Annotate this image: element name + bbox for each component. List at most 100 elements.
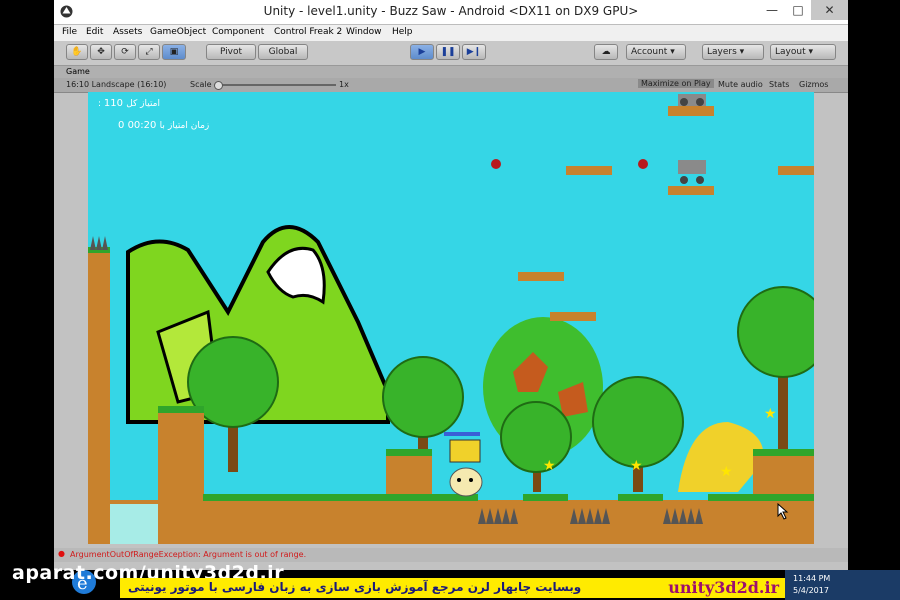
system-tray: 11:44 PM 5/4/2017: [785, 570, 900, 600]
cannonball: [638, 159, 648, 169]
platform: [566, 166, 612, 175]
global-label: Global: [268, 47, 298, 57]
ground-grass: [753, 449, 814, 456]
pivot-button[interactable]: Pivot: [206, 44, 256, 60]
platform: [550, 312, 596, 321]
scale-label: Scale: [190, 80, 212, 89]
platform: [668, 186, 714, 195]
game-view-controls: 16:10 Landscape (16:10) Scale 1x Maximiz…: [54, 78, 848, 93]
rect-icon: ▣: [169, 47, 179, 57]
time-label: زمان امتیاز: [168, 121, 210, 131]
layers-dropdown[interactable]: Layers ▾: [702, 44, 764, 60]
error-icon: ●: [58, 549, 65, 558]
toolbar: ✋ ✥ ⟳ ⤢ ▣ Pivot Global ▶ ❚❚ ▶❙ ☁ Account…: [54, 41, 848, 66]
account-dropdown[interactable]: Account ▾: [626, 44, 686, 60]
water: [110, 504, 158, 544]
move-icon: ✥: [97, 47, 105, 57]
rotate-icon: ⟳: [121, 47, 129, 57]
mute-audio-toggle[interactable]: Mute audio: [718, 80, 763, 89]
pause-button[interactable]: ❚❚: [436, 44, 460, 60]
cannonball: [491, 159, 501, 169]
time-row: زمان امتیاز با 00:20 0: [98, 120, 209, 131]
scale-slider[interactable]: [216, 84, 336, 86]
floor-grass: [618, 494, 663, 501]
hand-tool-button[interactable]: ✋: [66, 44, 88, 60]
scale-value: 1x: [339, 80, 349, 89]
menu-help[interactable]: Help: [392, 27, 413, 37]
time-value: 00:20: [127, 120, 157, 131]
yellow-bush: [678, 422, 764, 492]
account-label: Account: [631, 47, 668, 57]
rect-tool-button[interactable]: ▣: [162, 44, 186, 60]
scale-icon: ⤢: [145, 47, 153, 57]
star: ★: [543, 458, 556, 474]
gizmos-dropdown[interactable]: Gizmos: [799, 80, 828, 89]
time-prefix: با: [159, 121, 165, 131]
menu-control-freak-2[interactable]: Control Freak 2: [274, 27, 342, 37]
ground-grass: [158, 406, 204, 413]
tree: [592, 376, 684, 492]
rotate-tool-button[interactable]: ⟳: [114, 44, 136, 60]
layout-dropdown[interactable]: Layout ▾: [770, 44, 836, 60]
stats-toggle[interactable]: Stats: [769, 80, 789, 89]
unity-editor-window: Unity - level1.unity - Buzz Saw - Androi…: [54, 0, 848, 570]
scale-slider-handle[interactable]: [214, 81, 223, 90]
menu-assets[interactable]: Assets: [113, 27, 142, 37]
star: ★: [720, 464, 733, 480]
menu-bar: File Edit Assets GameObject Component Co…: [54, 25, 848, 41]
star: ★: [764, 406, 777, 422]
play-button[interactable]: ▶: [410, 44, 434, 60]
menu-edit[interactable]: Edit: [86, 27, 103, 37]
score-row: : امتیاز کل 110: [98, 98, 160, 109]
console-status-bar[interactable]: ● ArgumentOutOfRangeException: Argument …: [54, 548, 848, 562]
window-title: Unity - level1.unity - Buzz Saw - Androi…: [263, 4, 639, 18]
pause-icon: ❚❚: [440, 47, 456, 57]
pivot-label: Pivot: [219, 47, 243, 57]
tree: [500, 401, 572, 492]
step-button[interactable]: ▶❙: [462, 44, 486, 60]
maximize-on-play-toggle[interactable]: Maximize on Play: [638, 79, 714, 88]
layers-label: Layers: [707, 47, 737, 57]
floor-grass: [203, 494, 478, 501]
menu-window[interactable]: Window: [346, 27, 382, 37]
close-button[interactable]: ✕: [811, 0, 848, 20]
ground-grass: [386, 449, 432, 456]
tray-time: 11:44 PM: [793, 574, 831, 583]
cloud-button[interactable]: ☁: [594, 44, 618, 60]
time-score: 0: [118, 120, 125, 131]
game-view[interactable]: ★ ★ ★ ★ : امتیاز کل 110 زمان امتیاز با 0…: [88, 92, 814, 544]
title-bar: Unity - level1.unity - Buzz Saw - Androi…: [54, 0, 848, 25]
banner-persian-text: وبسایت چابهار لرن مرجع آموزش بازی سازی ب…: [128, 580, 582, 594]
game-tab-bar: Game: [54, 66, 848, 78]
step-icon: ▶❙: [466, 47, 482, 57]
score-value: 110: [103, 98, 123, 109]
floor-grass: [523, 494, 568, 501]
tree: [737, 286, 814, 452]
floor-grass: [708, 494, 814, 501]
cannon: [678, 160, 706, 184]
scale-tool-button[interactable]: ⤢: [138, 44, 160, 60]
layout-label: Layout: [775, 47, 806, 57]
aspect-dropdown[interactable]: 16:10 Landscape (16:10): [66, 80, 166, 89]
tray-date: 5/4/2017: [793, 586, 829, 595]
star: ★: [630, 458, 643, 474]
move-tool-button[interactable]: ✥: [90, 44, 112, 60]
platform: [518, 272, 564, 281]
menu-gameobject[interactable]: GameObject: [150, 27, 206, 37]
platform: [778, 166, 814, 175]
play-icon: ▶: [418, 47, 426, 57]
left-pillar: [88, 252, 110, 544]
spikes: [90, 236, 108, 250]
ground-floor: [110, 500, 814, 544]
hand-icon: ✋: [71, 47, 83, 57]
minimize-button[interactable]: —: [759, 0, 785, 20]
global-button[interactable]: Global: [258, 44, 308, 60]
maximize-button[interactable]: □: [785, 0, 811, 20]
platform: [668, 106, 714, 116]
menu-file[interactable]: File: [62, 27, 77, 37]
game-tab[interactable]: Game: [66, 67, 90, 76]
banner-site-name: unity3d2d.ir: [668, 578, 779, 597]
error-message: ArgumentOutOfRangeException: Argument is…: [70, 550, 307, 559]
cloud-icon: ☁: [601, 47, 611, 57]
menu-component[interactable]: Component: [212, 27, 264, 37]
